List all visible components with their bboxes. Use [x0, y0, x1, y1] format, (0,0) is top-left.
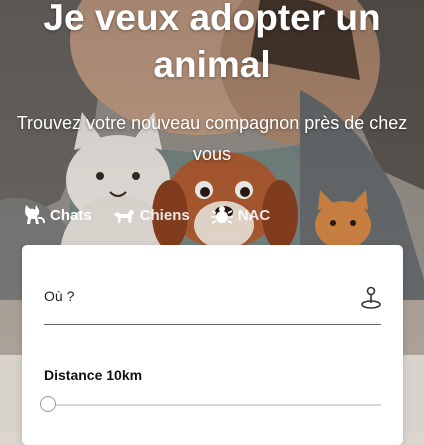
distance-slider[interactable]	[40, 395, 383, 415]
tab-chats[interactable]: Chats	[22, 204, 92, 226]
dog-icon	[113, 210, 134, 223]
search-card: Où ? Distance 10km	[22, 245, 403, 445]
distance-label: Distance 10km	[44, 367, 143, 383]
page-title: Je veux adopter un animal	[43, 0, 381, 85]
tab-chiens[interactable]: Chiens	[112, 204, 190, 226]
tab-chats-label: Chats	[50, 206, 92, 224]
tab-nac[interactable]: NAC	[210, 204, 271, 226]
tab-nac-label: NAC	[237, 206, 271, 224]
cat-icon	[25, 205, 45, 224]
animal-type-tabs: Chats Chiens NAC	[22, 202, 270, 228]
location-pin-icon	[361, 286, 381, 309]
distance-slider-track[interactable]	[44, 404, 381, 406]
distance-slider-thumb[interactable]	[40, 396, 56, 412]
geolocate-button[interactable]	[359, 285, 383, 311]
nac-icon	[210, 206, 233, 224]
location-field-label: Où ?	[44, 288, 75, 304]
tab-chiens-label: Chiens	[139, 206, 190, 224]
location-input-underline[interactable]	[44, 324, 381, 325]
page-subtitle: Trouvez votre nouveau compagnon près de …	[16, 113, 408, 164]
